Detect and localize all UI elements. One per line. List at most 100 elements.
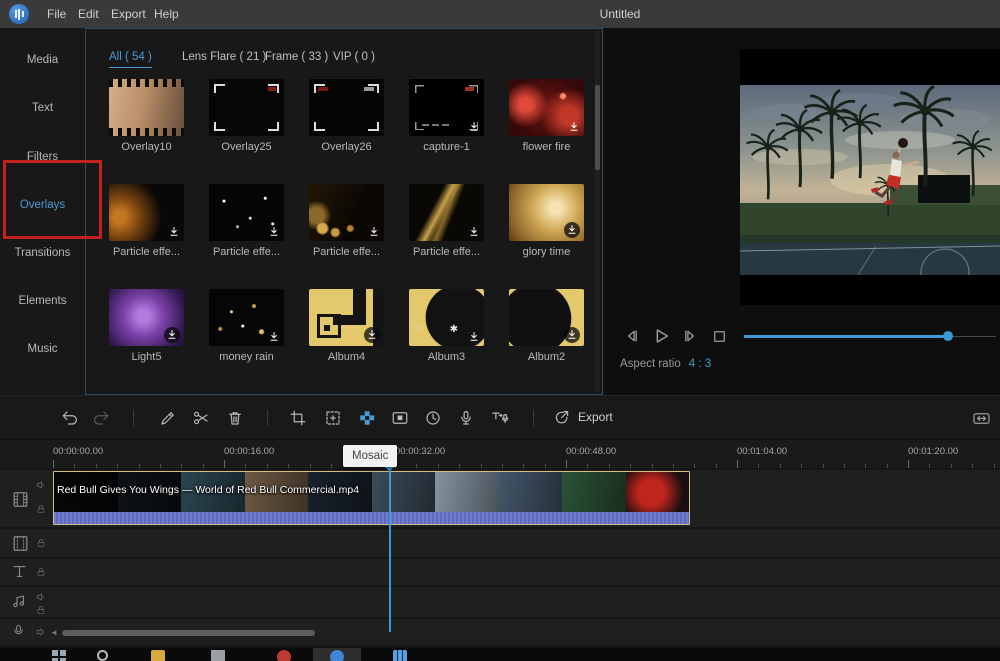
tab-vip[interactable]: VIP ( 0 )	[333, 51, 375, 67]
lock-icon[interactable]	[36, 538, 46, 548]
panel-scrollbar-thumb[interactable]	[595, 85, 600, 170]
sidebar-item-music[interactable]: Music	[0, 339, 85, 359]
text-track[interactable]	[0, 559, 1000, 585]
ruler-tick	[716, 464, 717, 468]
fit-timeline-button[interactable]	[967, 404, 995, 432]
pip-track[interactable]	[0, 529, 1000, 557]
taskbar-icon-apps-grid[interactable]	[393, 650, 407, 661]
overlay-item-overlay10[interactable]	[109, 79, 184, 136]
video-still-basketball-dunk	[740, 85, 1000, 275]
menu-edit[interactable]: Edit	[70, 0, 107, 28]
video-clip[interactable]	[53, 471, 690, 525]
clip-frame-thumb	[435, 472, 499, 513]
overlay-item-album3[interactable]	[409, 289, 484, 346]
overlay-item-flower-fire[interactable]	[509, 79, 584, 136]
download-icon[interactable]	[564, 327, 580, 343]
overlay-item-light5[interactable]	[109, 289, 184, 346]
overlay-item-money-rain[interactable]	[209, 289, 284, 346]
aspect-ratio-value[interactable]: 4 : 3	[689, 358, 711, 370]
ruler-tick	[823, 464, 824, 468]
seek-knob[interactable]	[943, 331, 953, 341]
timeline-scroll-left-arrow[interactable]: ◄	[50, 628, 58, 637]
lock-icon[interactable]	[36, 504, 46, 514]
tab-lens[interactable]: Lens Flare ( 21 )	[182, 51, 266, 67]
text-to-speech-button[interactable]	[486, 404, 514, 432]
sidebar-item-media[interactable]: Media	[0, 50, 85, 70]
delete-button[interactable]	[221, 404, 249, 432]
taskbar-icon-record[interactable]	[277, 650, 291, 661]
ruler-tick	[951, 464, 952, 468]
ruler-timestamp: 00:01:20.00	[908, 446, 958, 457]
overlay-item-overlay25[interactable]	[209, 79, 284, 136]
music-track[interactable]	[0, 587, 1000, 617]
ruler-tick	[181, 464, 182, 468]
overlay-item-capture-1[interactable]	[409, 79, 484, 136]
download-icon[interactable]	[567, 120, 580, 133]
tab-frame[interactable]: Frame ( 33 )	[265, 51, 328, 67]
freeze-frame-button[interactable]	[319, 404, 347, 432]
download-icon[interactable]	[467, 120, 480, 133]
download-icon[interactable]	[467, 330, 480, 343]
edit-button[interactable]	[154, 404, 182, 432]
overlay-item-overlay26[interactable]	[309, 79, 384, 136]
overlay-item-label: Overlay26	[299, 141, 394, 153]
speaker-icon[interactable]	[36, 480, 46, 490]
panel-scrollbar[interactable]	[595, 30, 600, 392]
sidebar-item-text[interactable]: Text	[0, 98, 85, 118]
crop-button[interactable]	[284, 404, 312, 432]
overlay-item-particle-effe-[interactable]	[209, 184, 284, 241]
previous-frame-button[interactable]	[620, 324, 644, 348]
play-button[interactable]	[649, 324, 673, 348]
tab-all[interactable]: All ( 54 )	[109, 51, 152, 68]
sidebar-item-elements[interactable]: Elements	[0, 291, 85, 311]
download-icon[interactable]	[364, 327, 380, 343]
download-icon[interactable]	[367, 225, 380, 238]
overlay-item-particle-effe-[interactable]	[109, 184, 184, 241]
taskbar-icon-folder[interactable]	[151, 650, 165, 661]
download-icon[interactable]	[167, 225, 180, 238]
taskbar-icon-store[interactable]	[211, 650, 225, 661]
overlay-item-label: Album4	[299, 351, 394, 363]
ruler-tick	[160, 464, 161, 468]
overlay-item-album2[interactable]	[509, 289, 584, 346]
aspect-ratio-row[interactable]: Aspect ratio4 : 3	[620, 358, 711, 370]
ruler-tick	[844, 464, 845, 468]
video-preview[interactable]	[740, 49, 1000, 305]
next-frame-button[interactable]	[678, 324, 702, 348]
overlay-item-album4[interactable]	[309, 289, 384, 346]
undo-button[interactable]	[56, 404, 84, 432]
taskbar-icon-search[interactable]	[97, 650, 108, 661]
export-button-label[interactable]: Export	[578, 410, 613, 424]
menu-help[interactable]: Help	[146, 0, 187, 28]
mosaic-button[interactable]	[353, 404, 381, 432]
redo-button[interactable]	[87, 404, 115, 432]
download-icon[interactable]	[564, 222, 580, 238]
overlay-item-label: glory time	[499, 246, 594, 258]
voiceover-button[interactable]	[452, 404, 480, 432]
stop-button[interactable]	[707, 324, 731, 348]
ruler-tick	[438, 464, 439, 468]
timeline-hscrollbar[interactable]	[62, 630, 315, 636]
taskbar-icon-windows[interactable]	[52, 650, 66, 661]
overlay-item-glory-time[interactable]	[509, 184, 584, 241]
download-icon[interactable]	[467, 225, 480, 238]
seek-slider[interactable]	[744, 330, 996, 342]
download-icon[interactable]	[267, 330, 280, 343]
lock-icon[interactable]	[36, 567, 46, 577]
export-button[interactable]	[548, 404, 576, 432]
speaker-icon[interactable]	[36, 627, 46, 637]
overlay-item-particle-effe-[interactable]	[309, 184, 384, 241]
duration-button[interactable]	[419, 404, 447, 432]
taskbar-icon-current-app[interactable]	[330, 650, 344, 661]
speaker-icon[interactable]	[36, 592, 46, 602]
lock-icon[interactable]	[36, 605, 46, 615]
split-button[interactable]	[187, 404, 215, 432]
sidebar-item-transitions[interactable]: Transitions	[0, 243, 85, 263]
playhead[interactable]	[389, 462, 391, 632]
timeline-ruler[interactable]: 00:00:00.0000:00:16.0000:00:32.0000:00:4…	[0, 440, 1000, 468]
download-icon[interactable]	[267, 225, 280, 238]
download-icon[interactable]	[164, 327, 180, 343]
overlay-item-particle-effe-[interactable]	[409, 184, 484, 241]
picture-in-picture-button[interactable]	[386, 404, 414, 432]
filmstrip-icon	[11, 490, 30, 509]
